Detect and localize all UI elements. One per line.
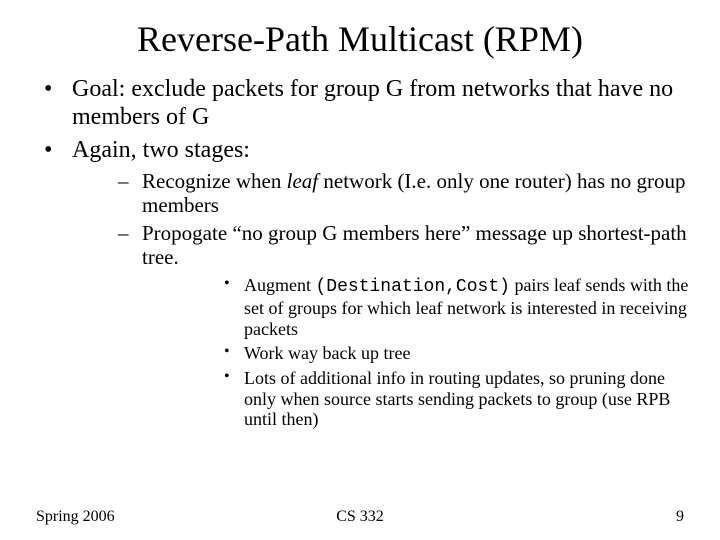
sub-recognize-a: Recognize when [142,169,287,193]
sub-propagate-text: Propogate “no group G members here” mess… [142,221,687,269]
footer-course: CS 332 [0,508,720,526]
tert-additional-info: Lots of additional info in routing updat… [142,368,690,430]
slide-body: Goal: exclude packets for group G from n… [0,68,720,430]
bullet-list-level1: Goal: exclude packets for group G from n… [30,76,690,430]
leaf-word: leaf [287,169,319,193]
slide-title: Reverse-Path Multicast (RPM) [0,0,720,68]
slide: Reverse-Path Multicast (RPM) Goal: exclu… [0,0,720,540]
tert-augment-a: Augment [244,275,316,295]
bullet-stages: Again, two stages: Recognize when leaf n… [30,137,690,430]
tert-augment-code: (Destination,Cost) [316,277,510,297]
bullet-list-level3: Augment (Destination,Cost) pairs leaf se… [142,275,690,430]
footer-page-number: 9 [676,508,684,526]
tert-work-back: Work way back up tree [142,343,690,364]
bullet-goal: Goal: exclude packets for group G from n… [30,76,690,131]
tert-augment: Augment (Destination,Cost) pairs leaf se… [142,275,690,339]
bullet-stages-text: Again, two stages: [72,137,250,163]
sub-recognize: Recognize when leaf network (I.e. only o… [72,169,690,217]
sub-propagate: Propogate “no group G members here” mess… [72,221,690,430]
bullet-list-level2: Recognize when leaf network (I.e. only o… [72,169,690,430]
